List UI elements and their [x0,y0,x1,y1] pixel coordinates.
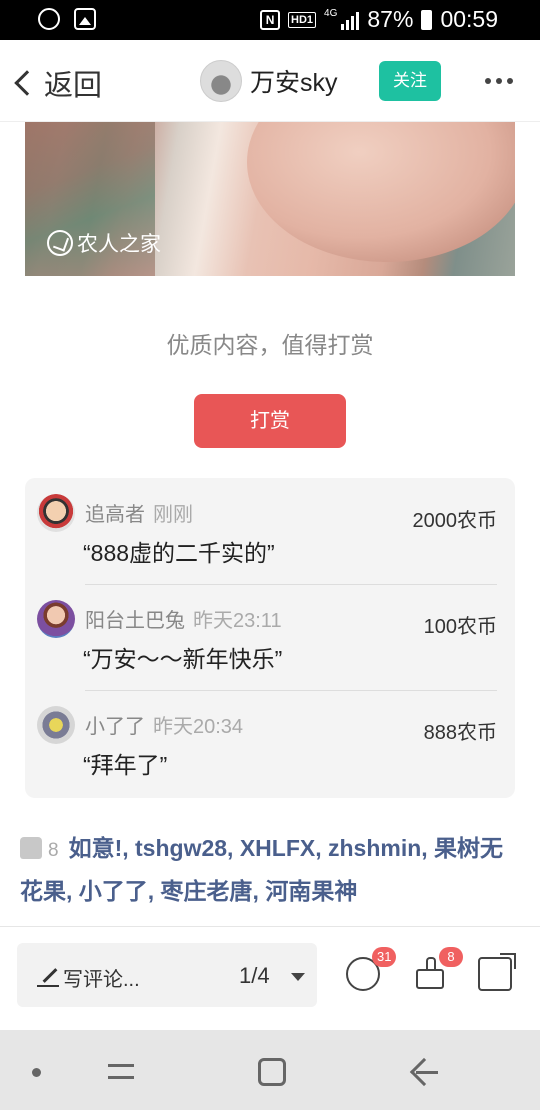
like-count-badge: 8 [439,947,463,967]
user-avatar[interactable] [37,706,75,744]
battery-icon [421,9,433,30]
user-avatar[interactable] [37,600,75,638]
reward-time: 昨天23:11 [193,610,282,632]
like-count: 8 [48,840,59,861]
reward-amount: 2000农币 [412,510,498,532]
nfc-icon: N [260,9,281,30]
status-bar: N HD1 4G 87% 00:59 [0,0,540,40]
follow-button[interactable]: 关注 [379,61,441,101]
chevron-left-icon [14,70,40,96]
user-avatar[interactable] [37,494,75,532]
comment-placeholder: 写评论... [63,969,140,991]
thumbs-up-icon [20,837,42,859]
author-avatar[interactable] [200,60,242,102]
system-nav-bar [0,1030,540,1110]
reward-time: 刚刚 [153,504,193,526]
farmer-home-logo-icon [47,230,73,256]
hd-icon: HD1 [288,11,317,28]
reward-message: “888虚的二千实的” [83,540,275,566]
reward-prompt: 优质内容，值得打赏 [166,332,374,358]
watermark-text: 农人之家 [77,233,161,256]
write-comment-input[interactable]: 写评论... 1/4 [17,943,317,1007]
battery-percent: 87% [367,6,414,32]
reward-item[interactable]: 小了了 昨天20:34 “拜年了” 888农币 [25,690,515,796]
image-icon [74,8,96,30]
reward-amount: 888农币 [423,722,497,744]
watermark-logo: 农人之家 [47,228,161,258]
reward-message: “拜年了” [83,752,168,778]
back-label: 返回 [44,70,103,102]
article-image[interactable]: 农人之家 [25,122,515,276]
home-icon[interactable] [258,1058,286,1086]
clock: 00:59 [440,6,498,32]
reward-item[interactable]: 阳台土巴兔 昨天23:11 “万安～～新年快乐” 100农币 [25,584,515,690]
caret-down-icon[interactable] [291,973,305,981]
pencil-icon [37,965,59,987]
bottom-action-bar: 写评论... 1/4 [0,926,540,1028]
reward-item[interactable]: 追高者 刚刚 “888虚的二千实的” 2000农币 [25,478,515,584]
likes-section: 8 如意!, tshgw28, XHLFX, zhshmin, 果树无花果, 小了… [20,828,520,911]
recent-apps-icon[interactable] [108,1060,134,1084]
reward-list: 追高者 刚刚 “888虚的二千实的” 2000农币 阳台土巴兔 昨天23:11 “万… [25,478,515,798]
reward-amount: 100农币 [423,616,497,638]
user-name[interactable]: 阳台土巴兔 [85,610,185,632]
reward-message: “万安～～新年快乐” [83,646,283,672]
signal-icon [341,10,360,30]
more-options-icon[interactable] [485,78,513,84]
back-button[interactable]: 返回 [12,62,102,104]
author-info[interactable]: 万安sky [200,60,338,102]
reward-time: 昨天20:34 [153,716,244,738]
nav-dot-icon[interactable] [32,1068,41,1077]
page-indicator[interactable]: 1/4 [239,963,270,989]
top-nav-bar: 返回 万安sky 关注 [0,40,540,122]
user-name[interactable]: 追高者 [85,504,145,526]
network-type: 4G [324,8,338,19]
user-name[interactable]: 小了了 [85,716,145,738]
share-icon[interactable] [478,953,516,991]
reward-button[interactable]: 打赏 [194,394,346,448]
liker-names[interactable]: 如意!, tshgw28, XHLFX, zhshmin, 果树无花果, 小了了… [20,835,503,904]
comment-count-badge: 31 [372,947,397,967]
globe-icon [38,8,60,30]
author-name[interactable]: 万安sky [250,63,338,99]
